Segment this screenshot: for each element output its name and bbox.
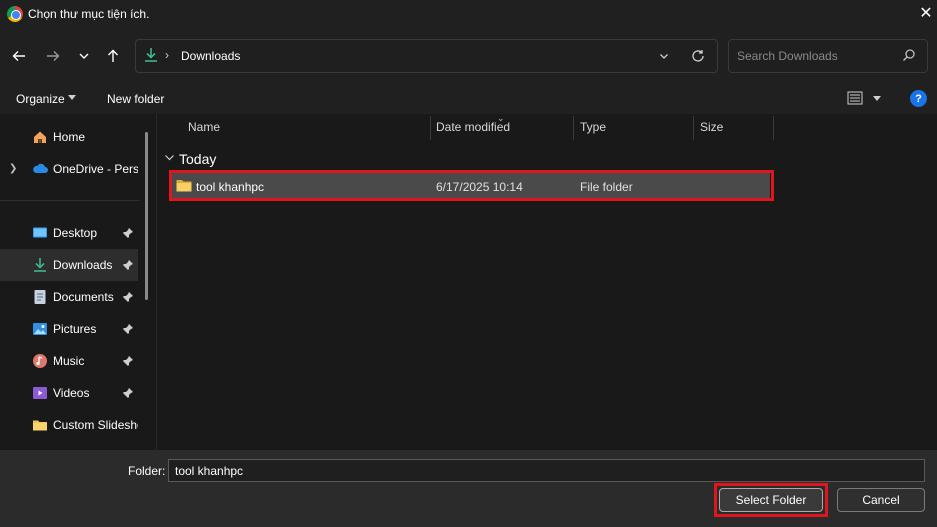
pane-divider[interactable]: [156, 114, 157, 450]
pin-icon[interactable]: [122, 323, 134, 335]
column-divider[interactable]: [430, 116, 431, 140]
caret-down-icon[interactable]: [68, 95, 76, 100]
group-collapse-chevron-icon[interactable]: [164, 152, 175, 166]
column-header-type[interactable]: Type: [580, 120, 606, 134]
organize-button[interactable]: Organize: [16, 92, 65, 106]
folder-icon: [32, 417, 48, 433]
sidebar-item-music[interactable]: Music: [0, 345, 138, 377]
sidebar-item-label: Custom Slideshow: [53, 418, 138, 432]
download-icon: [143, 47, 159, 63]
sidebar-item-videos[interactable]: Videos: [0, 377, 138, 409]
up-arrow-icon[interactable]: [100, 43, 126, 69]
address-dropdown-icon[interactable]: [655, 47, 673, 65]
column-divider[interactable]: [773, 116, 774, 140]
view-options-icon[interactable]: [847, 91, 863, 105]
download-icon: [32, 257, 48, 273]
desktop-icon: [32, 225, 48, 241]
sidebar-item-desktop[interactable]: Desktop: [0, 217, 138, 249]
document-icon: [32, 289, 48, 305]
search-input[interactable]: Search Downloads: [737, 49, 838, 63]
music-icon: [32, 353, 48, 369]
pin-icon[interactable]: [122, 355, 134, 367]
help-icon[interactable]: ?: [910, 90, 927, 107]
pin-icon[interactable]: [122, 227, 134, 239]
video-icon: [32, 385, 48, 401]
folder-label: Folder:: [128, 464, 166, 478]
group-header-today[interactable]: Today: [179, 151, 216, 167]
sidebar-item-label: OneDrive - Personal: [53, 162, 138, 176]
pin-icon[interactable]: [122, 259, 134, 271]
forward-arrow-icon[interactable]: [40, 43, 66, 69]
sidebar-item-downloads[interactable]: Downloads: [0, 249, 138, 281]
pin-icon[interactable]: [122, 291, 134, 303]
sidebar-item-label: Home: [53, 130, 86, 144]
search-icon[interactable]: [902, 48, 918, 64]
recent-locations-chevron-icon[interactable]: [71, 43, 97, 69]
cloud-icon: [32, 161, 48, 177]
sidebar-item-home[interactable]: Home: [0, 121, 138, 153]
pin-icon[interactable]: [122, 387, 134, 399]
expand-chevron-icon[interactable]: ❯: [9, 163, 17, 174]
sidebar-scrollbar[interactable]: [145, 132, 148, 300]
breadcrumb-chevron-icon[interactable]: ›: [165, 48, 169, 62]
chrome-icon: [7, 6, 23, 22]
home-icon: [32, 129, 48, 145]
sidebar-item-onedrive[interactable]: ❯ OneDrive - Personal: [0, 153, 138, 185]
sidebar-divider: [0, 200, 140, 201]
sidebar-item-custom-slideshow[interactable]: Custom Slideshow: [0, 409, 138, 441]
cancel-button[interactable]: Cancel: [837, 488, 925, 512]
highlight-box: [714, 483, 828, 517]
column-header-size[interactable]: Size: [700, 120, 723, 134]
picture-icon: [32, 321, 48, 337]
back-arrow-icon[interactable]: [6, 43, 32, 69]
column-header-name[interactable]: Name: [188, 120, 220, 134]
breadcrumb-location[interactable]: Downloads: [181, 49, 240, 63]
column-divider[interactable]: [693, 116, 694, 140]
column-divider[interactable]: [573, 116, 574, 140]
folder-name-input[interactable]: [168, 459, 925, 482]
sidebar-item-pictures[interactable]: Pictures: [0, 313, 138, 345]
refresh-icon[interactable]: [688, 46, 708, 66]
new-folder-button[interactable]: New folder: [107, 92, 164, 106]
view-caret-icon[interactable]: [873, 96, 881, 101]
sidebar-item-documents[interactable]: Documents: [0, 281, 138, 313]
window-title: Chọn thư mục tiện ích.: [28, 7, 150, 21]
column-header-date-modified[interactable]: Date modified: [436, 120, 510, 134]
highlight-box: [169, 170, 774, 201]
close-icon[interactable]: ✕: [915, 2, 937, 24]
